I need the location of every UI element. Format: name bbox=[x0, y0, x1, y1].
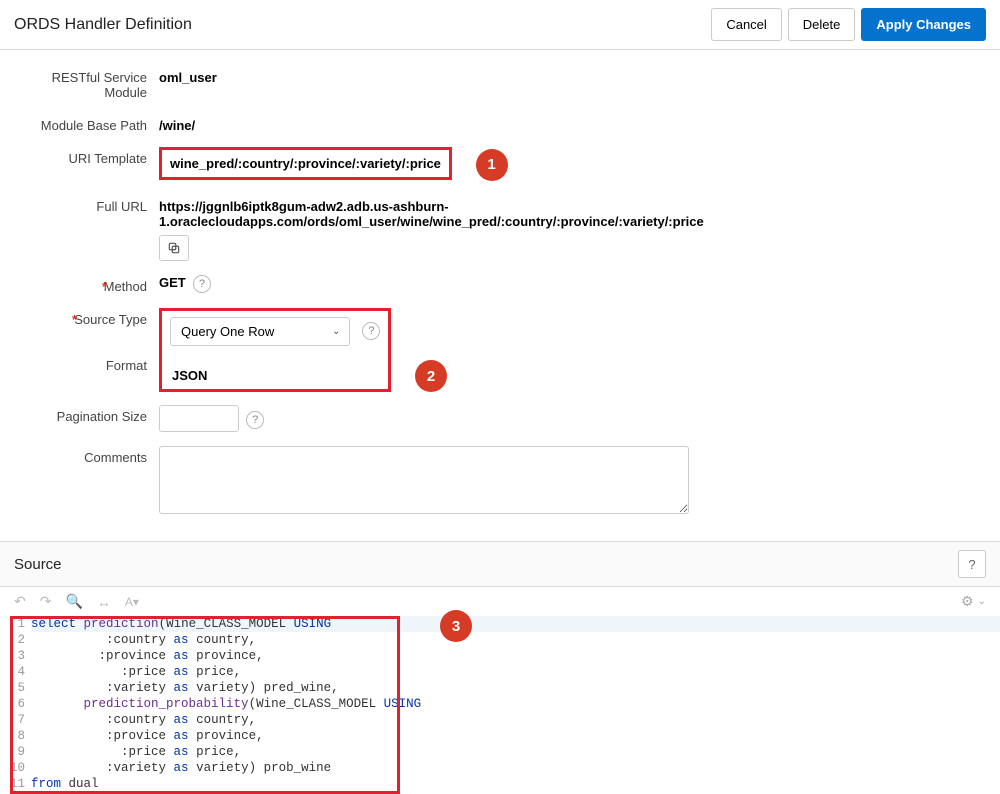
label-pagination: Pagination Size bbox=[14, 405, 159, 424]
value-sourcetype-wrap: Query One Row ⌄ ? JSON 2 bbox=[159, 308, 986, 393]
label-uri: URI Template bbox=[14, 147, 159, 166]
form-area: RESTful Service Module oml_user Module B… bbox=[0, 50, 1000, 541]
code-editor[interactable]: 3 1234567891011 select prediction(Wine_C… bbox=[0, 616, 1000, 792]
cancel-button[interactable]: Cancel bbox=[711, 8, 781, 41]
line-gutter: 1234567891011 bbox=[0, 616, 31, 792]
help-icon[interactable]: ? bbox=[362, 322, 380, 340]
autocomplete-icon[interactable]: ↔ bbox=[97, 594, 111, 610]
row-basepath: Module Base Path /wine/ bbox=[14, 114, 986, 133]
delete-button[interactable]: Delete bbox=[788, 8, 856, 41]
help-icon[interactable]: ? bbox=[246, 411, 264, 429]
uri-template-highlight: wine_pred/:country/:province/:variety/:p… bbox=[159, 147, 452, 180]
value-pagination-wrap: ? bbox=[159, 405, 986, 432]
sourcetype-select[interactable]: Query One Row bbox=[170, 317, 350, 346]
source-title: Source bbox=[14, 556, 62, 573]
header-buttons: Cancel Delete Apply Changes bbox=[711, 8, 986, 41]
value-method: GET bbox=[159, 271, 186, 290]
editor-toolbar: ↶ ↷ 🔍 ↔ A▾ ⚙ ⌄ bbox=[0, 587, 1000, 616]
copy-icon bbox=[167, 241, 181, 255]
row-method: * Method GET ? bbox=[14, 275, 986, 294]
required-star-icon: * bbox=[102, 279, 107, 294]
pagination-input[interactable] bbox=[159, 405, 239, 432]
source-help-button[interactable]: ? bbox=[958, 550, 986, 578]
label-basepath: Module Base Path bbox=[14, 114, 159, 133]
label-sourcetype: * Source Type bbox=[14, 308, 159, 327]
required-star-icon: * bbox=[72, 312, 77, 327]
apply-changes-button[interactable]: Apply Changes bbox=[861, 8, 986, 41]
row-sourcetype: * Source Type Query One Row ⌄ ? JSON 2 bbox=[14, 308, 986, 393]
page-title: ORDS Handler Definition bbox=[14, 16, 192, 34]
sourcetype-highlight: Query One Row ⌄ ? JSON bbox=[159, 308, 391, 392]
copy-url-button[interactable] bbox=[159, 235, 189, 261]
callout-2: 2 bbox=[415, 360, 447, 392]
value-format: JSON bbox=[170, 364, 380, 383]
row-fullurl: Full URL https://jggnlb6iptk8gum-adw2.ad… bbox=[14, 195, 986, 261]
comments-input[interactable] bbox=[159, 446, 689, 514]
redo-icon[interactable]: ↷ bbox=[40, 593, 52, 610]
label-fullurl: Full URL bbox=[14, 195, 159, 214]
value-module: oml_user bbox=[159, 66, 986, 85]
callout-1: 1 bbox=[476, 149, 508, 181]
value-fullurl: https://jggnlb6iptk8gum-adw2.adb.us-ashb… bbox=[159, 195, 986, 229]
chevron-down-icon: ⌄ bbox=[978, 596, 986, 607]
undo-icon[interactable]: ↶ bbox=[14, 593, 26, 610]
code-content[interactable]: select prediction(Wine_CLASS_MODEL USING… bbox=[31, 616, 1000, 792]
label-comments: Comments bbox=[14, 446, 159, 465]
value-method-wrap: GET ? bbox=[159, 275, 986, 293]
format-icon[interactable]: A▾ bbox=[125, 595, 139, 609]
label-method: * Method bbox=[14, 275, 159, 294]
source-header: Source ? bbox=[0, 541, 1000, 587]
callout-3: 3 bbox=[440, 610, 472, 642]
gear-icon[interactable]: ⚙ bbox=[961, 593, 974, 610]
help-icon[interactable]: ? bbox=[193, 275, 211, 293]
value-basepath: /wine/ bbox=[159, 114, 986, 133]
toolbar-right: ⚙ ⌄ bbox=[961, 593, 986, 610]
label-module: RESTful Service Module bbox=[14, 66, 159, 100]
search-icon[interactable]: 🔍 bbox=[65, 593, 82, 610]
sourcetype-select-wrap: Query One Row ⌄ ? bbox=[170, 317, 380, 346]
row-module: RESTful Service Module oml_user bbox=[14, 66, 986, 100]
row-uri: URI Template wine_pred/:country/:provinc… bbox=[14, 147, 986, 181]
value-uri-wrap: wine_pred/:country/:province/:variety/:p… bbox=[159, 147, 986, 181]
page-header: ORDS Handler Definition Cancel Delete Ap… bbox=[0, 0, 1000, 50]
row-pagination: Pagination Size ? bbox=[14, 405, 986, 432]
row-comments: Comments bbox=[14, 446, 986, 517]
value-fullurl-wrap: https://jggnlb6iptk8gum-adw2.adb.us-ashb… bbox=[159, 195, 986, 261]
value-comments-wrap bbox=[159, 446, 986, 517]
value-uri: wine_pred/:country/:province/:variety/:p… bbox=[170, 156, 441, 171]
